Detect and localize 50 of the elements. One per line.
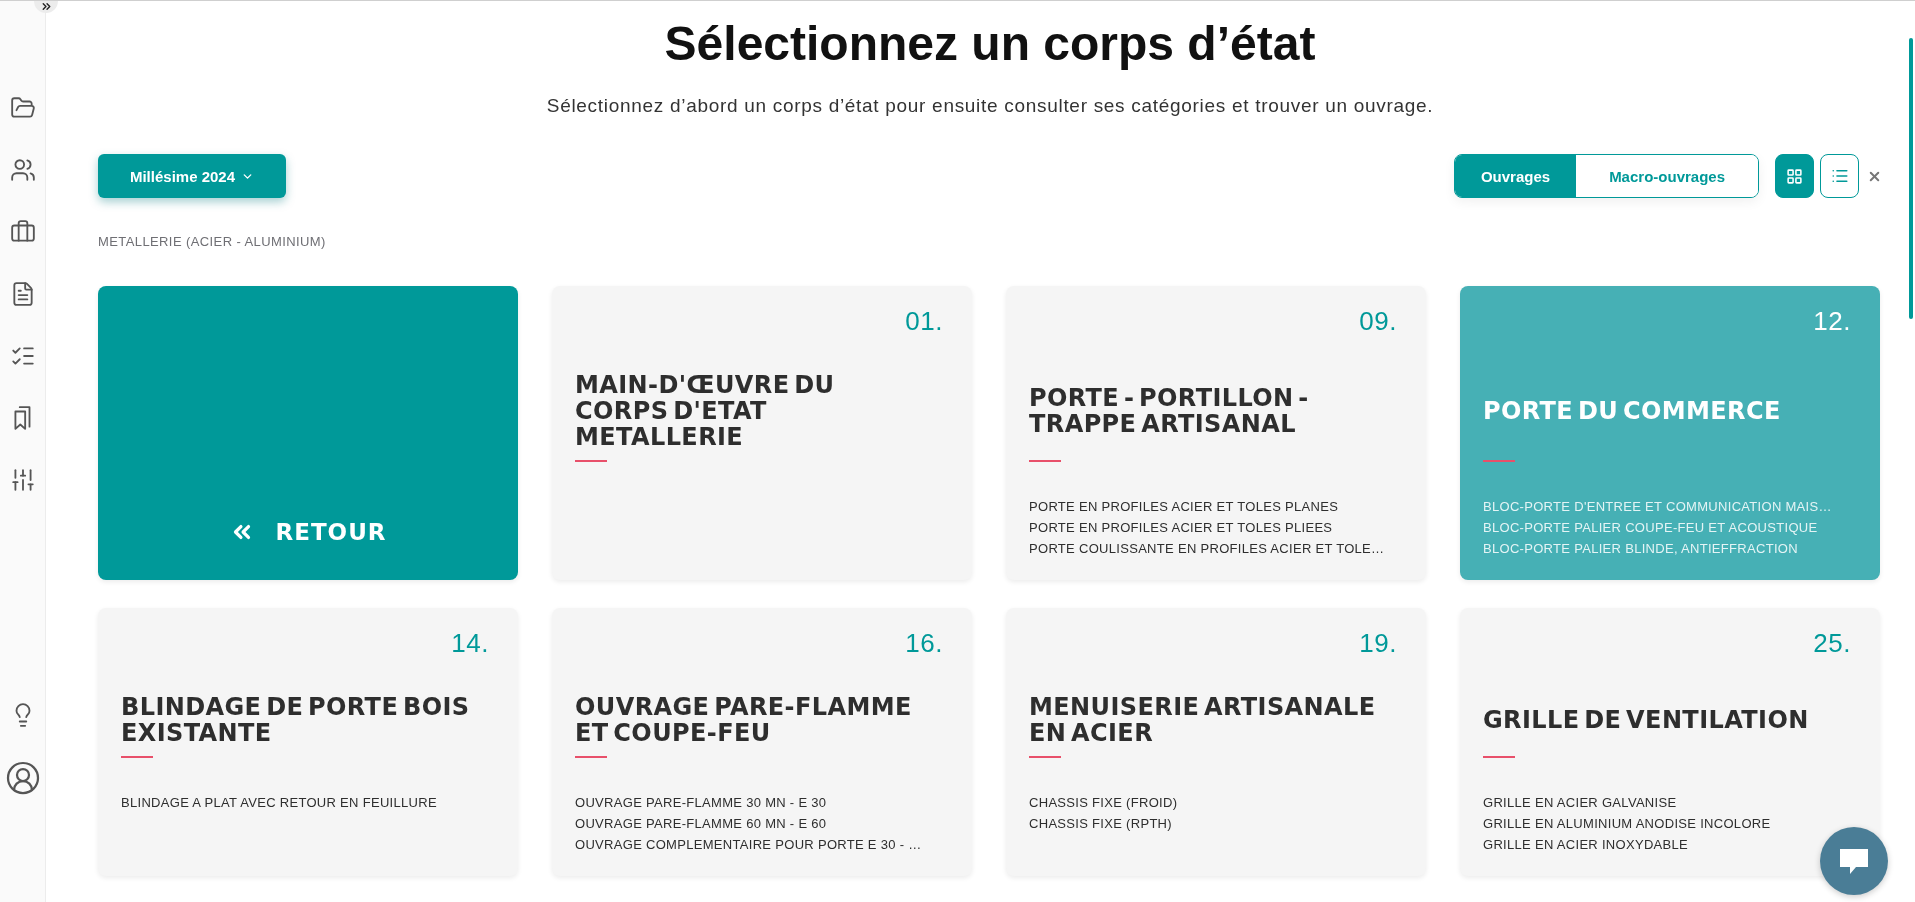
grid-view-button[interactable]	[1775, 154, 1814, 198]
subcategory-text: OUVRAGE PARE-FLAMME 60 MN - E 60	[575, 815, 828, 833]
category-number: 09.	[1359, 306, 1397, 336]
category-title: PORTE - PORTILLON - TRAPPE ARTISANAL	[1029, 385, 1310, 437]
category-number: 25.	[1813, 628, 1851, 658]
category-number: 14.	[451, 628, 489, 658]
category-title: OUVRAGE PARE-FLAMME ET COUPE-FEU	[575, 694, 913, 746]
subcategory-text: BLOC-PORTE PALIER BLINDE, ANTIEFFRACTION	[1483, 540, 1799, 558]
category-card[interactable]: 25. GRILLE DE VENTILATION GRILLE EN ACIER GALVANISE GRILLE EN ALUMINIUM ANODISE INCOLORE GRILLE EN ACIER INOXYDABLE	[1460, 608, 1880, 876]
breadcrumb: METALLERIE (ACIER - ALUMINIUM)	[98, 234, 327, 250]
page-subtitle: Sélectionnez d’abord un corps d’état pour ensuite consulter ses catégories et trouver un ouvrage.	[546, 94, 1434, 118]
category-title: MAIN-D'ŒUVRE DU CORPS D'ETAT METALLERIE	[575, 372, 836, 450]
chat-button[interactable]	[1820, 827, 1888, 895]
subcategory-text: BLOC-PORTE D'ENTREE ET COMMUNICATION MAIS…	[1483, 498, 1833, 516]
page-title: Sélectionnez un corps d’état	[664, 16, 1316, 72]
briefcase-icon[interactable]	[9, 219, 36, 245]
category-card[interactable]: 09. PORTE - PORTILLON - TRAPPE ARTISANAL PORTE EN PROFILES ACIER ET TOLES PLANES PORTE EN PROFILES ACIER ET TOLES PLIEES PORTE COULISSANTE EN PROFILES ACIER ET TOLE…	[1006, 286, 1426, 580]
category-card[interactable]: 14. BLINDAGE DE PORTE BOIS EXISTANTE BLINDAGE A PLAT AVEC RETOUR EN FEUILLURE	[98, 608, 518, 876]
category-number: 12.	[1813, 306, 1851, 336]
category-number: 16.	[905, 628, 943, 658]
subcategory-text: OUVRAGE COMPLEMENTAIRE POUR PORTE E 30 - …	[575, 836, 923, 854]
subcategory-text: CHASSIS FIXE (RPTH)	[1029, 815, 1173, 833]
speech-bubble-icon	[1839, 847, 1869, 875]
category-title: GRILLE DE VENTILATION	[1483, 707, 1809, 733]
category-card[interactable]: 19. MENUISERIE ARTISANALE EN ACIER CHASSIS FIXE (FROID) CHASSIS FIXE (RPTH)	[1006, 608, 1426, 876]
subcategory-text: PORTE EN PROFILES ACIER ET TOLES PLANES	[1029, 498, 1340, 516]
sliders-icon[interactable]	[9, 467, 36, 493]
category-number: 01.	[905, 306, 943, 336]
subcategory-text: BLINDAGE A PLAT AVEC RETOUR EN FEUILLURE	[121, 794, 438, 812]
subcategory-text: GRILLE EN ACIER INOXYDABLE	[1483, 836, 1690, 854]
scrollbar-thumb[interactable]	[1909, 38, 1913, 319]
list-icon	[1830, 167, 1849, 185]
subcategory-text: GRILLE EN ALUMINIUM ANODISE INCOLORE	[1483, 815, 1772, 833]
subcategory-text: PORTE COULISSANTE EN PROFILES ACIER ET TOLE…	[1029, 540, 1386, 558]
subcategory-text: CHASSIS FIXE (FROID)	[1029, 794, 1179, 812]
category-card[interactable]: 01. MAIN-D'ŒUVRE DU CORPS D'ETAT METALLERIE	[552, 286, 972, 580]
subcategory-text: BLOC-PORTE PALIER COUPE-FEU ET ACOUSTIQUE	[1483, 519, 1819, 537]
folder-icon[interactable]	[9, 95, 36, 121]
category-title: MENUISERIE ARTISANALE EN ACIER	[1029, 694, 1377, 746]
list-view-button[interactable]	[1820, 154, 1859, 198]
subcategory-text: OUVRAGE PARE-FLAMME 30 MN - E 30	[575, 794, 828, 812]
category-title: BLINDAGE DE PORTE BOIS EXISTANTE	[121, 694, 471, 746]
subcategory-text: PORTE EN PROFILES ACIER ET TOLES PLIEES	[1029, 519, 1334, 537]
category-title: PORTE DU COMMERCE	[1483, 398, 1781, 424]
category-number: 19.	[1359, 628, 1397, 658]
category-card[interactable]: 16. OUVRAGE PARE-FLAMME ET COUPE-FEU OUVRAGE PARE-FLAMME 30 MN - E 30 OUVRAGE PARE-FLAMME 60 MN - E 60 OUVRAGE COMPLEMENTAIRE POUR PORTE E 30 - …	[552, 608, 972, 876]
users-icon[interactable]	[9, 157, 36, 183]
user-circle-icon[interactable]	[4, 760, 41, 796]
grid-icon	[1786, 167, 1803, 185]
subcategory-text: GRILLE EN ACIER GALVANISE	[1483, 794, 1678, 812]
